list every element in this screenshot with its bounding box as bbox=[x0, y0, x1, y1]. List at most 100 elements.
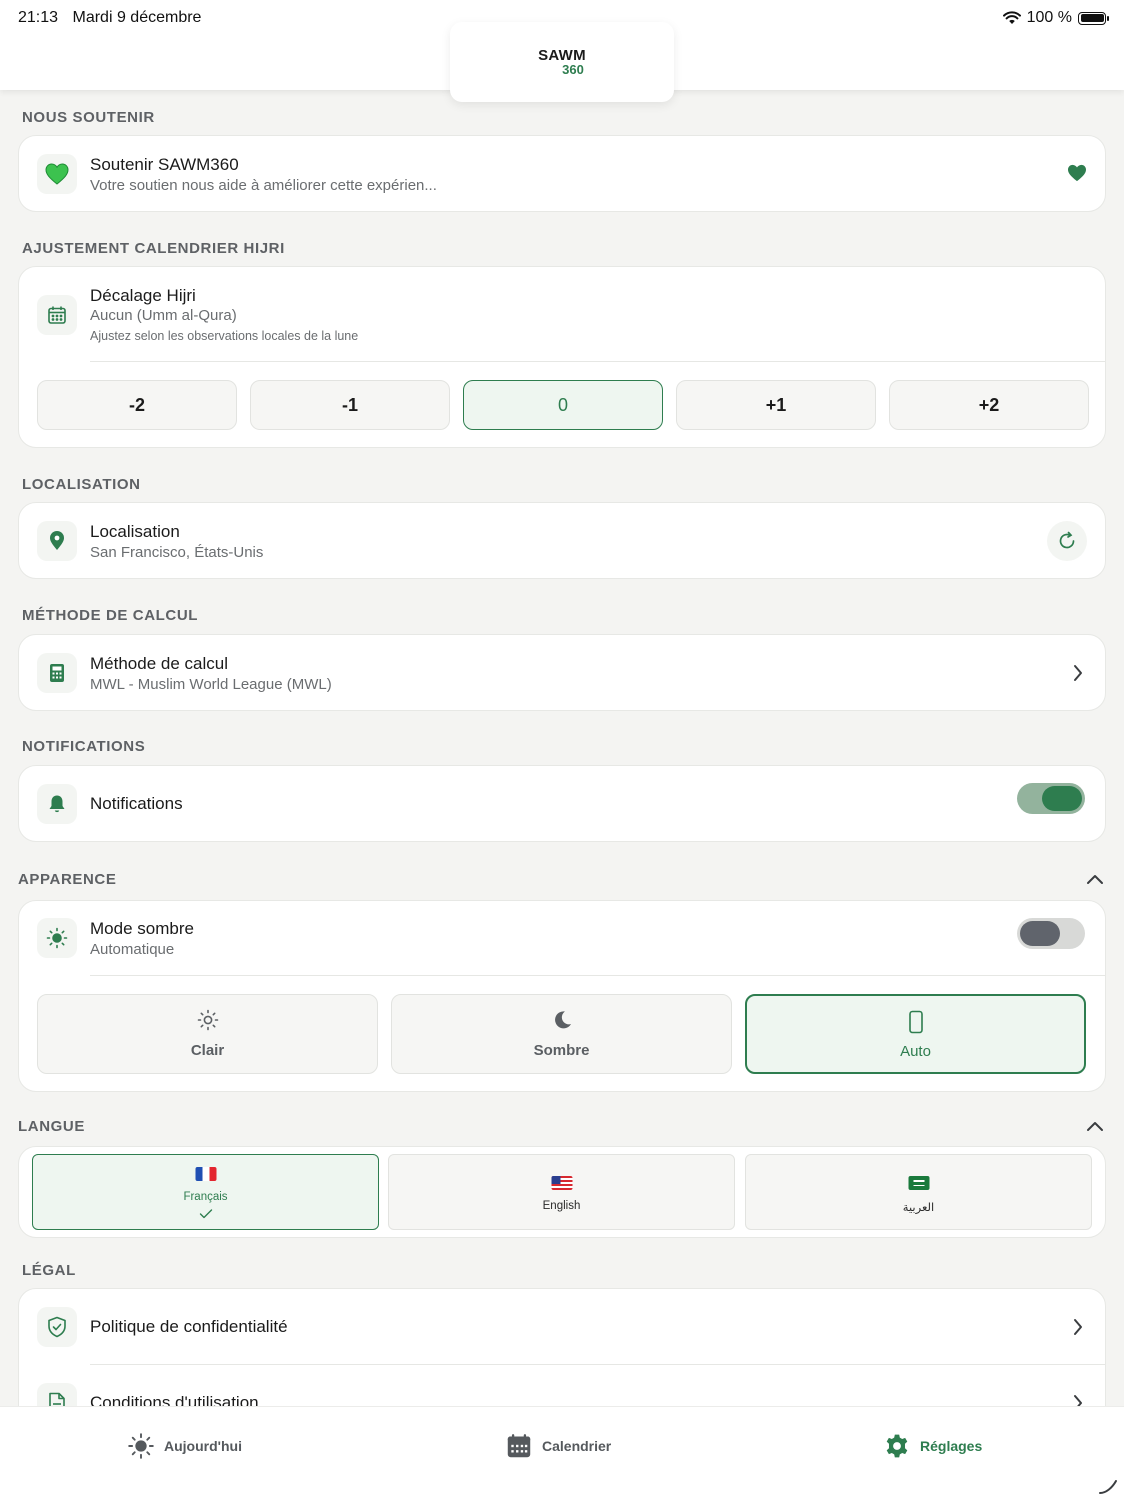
method-subtitle: MWL - Muslim World League (MWL) bbox=[90, 676, 332, 693]
legal-card: Politique de confidentialité Conditions … bbox=[18, 1288, 1106, 1406]
support-row[interactable]: Soutenir SAWM360 Votre soutien nous aide… bbox=[19, 136, 1105, 212]
location-card[interactable]: Localisation San Francisco, États-Unis bbox=[18, 502, 1106, 579]
france-flag-icon bbox=[195, 1167, 216, 1181]
battery-icon bbox=[1078, 11, 1109, 25]
notifications-title: Notifications bbox=[90, 794, 183, 813]
hijri-card: Décalage Hijri Aucun (Umm al-Qura) Ajust… bbox=[18, 266, 1106, 448]
us-flag-icon bbox=[551, 1176, 572, 1190]
theme-option-label: Sombre bbox=[533, 1042, 590, 1059]
chevron-up-icon[interactable] bbox=[1086, 1120, 1104, 1132]
wifi-icon bbox=[1002, 11, 1021, 24]
location-subtitle: San Francisco, États-Unis bbox=[90, 544, 264, 561]
support-title: Soutenir SAWM360 bbox=[90, 155, 239, 174]
gear-icon bbox=[886, 1434, 908, 1458]
location-title: Localisation bbox=[90, 522, 180, 541]
hijri-title: Décalage Hijri bbox=[90, 286, 196, 305]
tab-settings[interactable]: Réglages bbox=[884, 1433, 982, 1459]
status-indicators: 100 % bbox=[1002, 9, 1109, 27]
section-title-appearance: APPARENCE bbox=[18, 871, 117, 888]
language-option-arabic[interactable]: العربية bbox=[745, 1154, 1092, 1230]
divider bbox=[90, 361, 1105, 362]
theme-option-dark[interactable]: Sombre bbox=[391, 994, 732, 1074]
theme-option-label: Clair bbox=[190, 1042, 225, 1059]
hijri-subtitle: Aucun (Umm al-Qura) bbox=[90, 307, 237, 324]
sun-icon bbox=[197, 1009, 218, 1031]
chevron-right-icon bbox=[1074, 665, 1082, 681]
refresh-icon[interactable] bbox=[1047, 521, 1087, 561]
terms-row[interactable]: Conditions d'utilisation bbox=[19, 1365, 1105, 1406]
dark-mode-title: Mode sombre bbox=[90, 919, 194, 938]
settings-content[interactable]: NOUS SOUTENIR Soutenir SAWM360 Votre sou… bbox=[0, 90, 1124, 1406]
language-label: العربية bbox=[902, 1202, 935, 1214]
saudi-flag-icon bbox=[908, 1176, 929, 1190]
calendar-icon bbox=[37, 295, 77, 335]
method-title: Méthode de calcul bbox=[90, 654, 228, 673]
notifications-card: Notifications bbox=[18, 765, 1106, 842]
section-title-support: NOUS SOUTENIR bbox=[22, 109, 155, 126]
section-title-location: LOCALISATION bbox=[22, 476, 141, 493]
chevron-right-icon bbox=[1074, 1395, 1082, 1406]
tab-label: Calendrier bbox=[542, 1438, 612, 1454]
language-option-french[interactable]: Français bbox=[32, 1154, 379, 1230]
phone-icon bbox=[908, 1010, 923, 1034]
location-row[interactable]: Localisation San Francisco, États-Unis bbox=[19, 503, 1105, 579]
chevron-right-icon bbox=[1074, 1319, 1082, 1335]
section-title-method: MÉTHODE DE CALCUL bbox=[22, 607, 199, 624]
support-subtitle: Votre soutien nous aide à améliorer cett… bbox=[90, 177, 437, 194]
dark-mode-toggle[interactable] bbox=[1017, 918, 1085, 949]
green-heart-icon bbox=[37, 154, 77, 194]
language-option-english[interactable]: English bbox=[388, 1154, 735, 1230]
language-card: Français English العربية bbox=[18, 1146, 1106, 1238]
section-title-legal: LÉGAL bbox=[22, 1262, 76, 1279]
hijri-offset-zero[interactable]: 0 bbox=[463, 380, 663, 430]
app-logo: SAWM 360 bbox=[450, 22, 674, 102]
sun-icon bbox=[128, 1433, 154, 1459]
appearance-card: Mode sombre Automatique Clair Sombre Aut… bbox=[18, 900, 1106, 1092]
document-icon bbox=[37, 1383, 77, 1406]
language-label: Français bbox=[183, 1191, 228, 1203]
logo-text-bottom: 360 bbox=[562, 61, 584, 77]
logo-text-top: SAWM bbox=[538, 46, 586, 64]
bell-icon bbox=[37, 784, 77, 824]
dark-mode-subtitle: Automatique bbox=[90, 941, 175, 958]
home-indicator-icon bbox=[1099, 1480, 1117, 1494]
shield-check-icon bbox=[37, 1307, 77, 1347]
chevron-up-icon[interactable] bbox=[1086, 873, 1104, 885]
tab-label: Aujourd'hui bbox=[164, 1438, 242, 1454]
section-title-hijri: AJUSTEMENT CALENDRIER HIJRI bbox=[22, 240, 285, 257]
battery-percent: 100 % bbox=[1026, 9, 1072, 26]
method-row[interactable]: Méthode de calcul MWL - Muslim World Lea… bbox=[19, 635, 1105, 711]
support-card[interactable]: Soutenir SAWM360 Votre soutien nous aide… bbox=[18, 135, 1106, 212]
calendar-icon bbox=[507, 1434, 531, 1458]
theme-option-auto[interactable]: Auto bbox=[745, 994, 1086, 1074]
hijri-offset-plus-1[interactable]: +1 bbox=[676, 380, 876, 430]
section-title-language: LANGUE bbox=[18, 1118, 85, 1135]
divider bbox=[90, 975, 1105, 976]
language-label: English bbox=[542, 1200, 581, 1212]
moon-icon bbox=[554, 1011, 571, 1029]
hijri-offset-minus-2[interactable]: -2 bbox=[37, 380, 237, 430]
privacy-policy-row[interactable]: Politique de confidentialité bbox=[19, 1289, 1105, 1365]
status-clock: 21:13 bbox=[18, 9, 59, 26]
notifications-toggle[interactable] bbox=[1017, 783, 1085, 814]
status-time: 21:13 Mardi 9 décembre bbox=[18, 9, 211, 27]
sun-icon bbox=[37, 918, 77, 958]
method-card[interactable]: Méthode de calcul MWL - Muslim World Lea… bbox=[18, 634, 1106, 711]
tab-calendar[interactable]: Calendrier bbox=[506, 1433, 611, 1459]
heart-icon[interactable] bbox=[1067, 164, 1087, 182]
theme-option-label: Auto bbox=[900, 1043, 931, 1060]
status-date: Mardi 9 décembre bbox=[72, 9, 202, 26]
theme-option-light[interactable]: Clair bbox=[37, 994, 378, 1074]
hijri-offset-plus-2[interactable]: +2 bbox=[889, 380, 1089, 430]
hijri-offset-minus-1[interactable]: -1 bbox=[250, 380, 450, 430]
calculator-icon bbox=[37, 653, 77, 693]
checkmark-icon bbox=[199, 1209, 212, 1219]
terms-title: Conditions d'utilisation bbox=[90, 1393, 259, 1406]
privacy-policy-title: Politique de confidentialité bbox=[90, 1317, 288, 1336]
section-title-notifications: NOTIFICATIONS bbox=[22, 738, 146, 755]
notifications-row: Notifications bbox=[19, 766, 1105, 842]
tab-bar: Aujourd'hui Calendrier Réglages bbox=[0, 1406, 1124, 1500]
location-pin-icon bbox=[37, 521, 77, 561]
tab-today[interactable]: Aujourd'hui bbox=[128, 1433, 242, 1459]
hijri-note: Ajustez selon les observations locales d… bbox=[90, 329, 359, 343]
